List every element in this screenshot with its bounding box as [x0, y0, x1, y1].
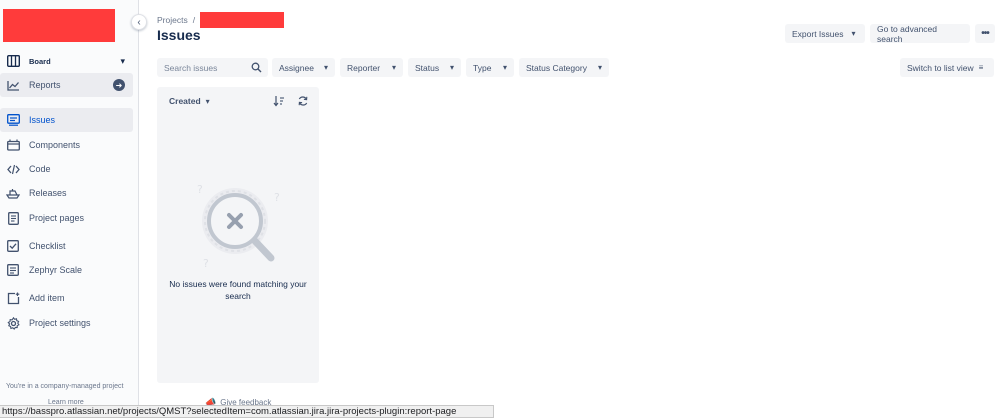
zephyr-icon — [6, 263, 20, 277]
refresh-icon[interactable] — [297, 95, 309, 107]
sidebar-item-label: Project settings — [29, 318, 91, 328]
assignee-filter[interactable]: Assignee ▾ — [272, 58, 335, 77]
svg-text:?: ? — [274, 191, 280, 204]
chevron-down-icon: ▾ — [391, 63, 396, 72]
sidebar-item-add-item[interactable]: Add item — [0, 286, 133, 310]
status-category-filter[interactable]: Status Category ▾ — [519, 58, 609, 77]
chevron-down-icon: ▾ — [323, 63, 328, 72]
gear-icon — [6, 316, 20, 330]
sidebar-item-zephyr-scale[interactable]: Zephyr Scale — [0, 258, 133, 282]
chevron-down-icon: ▾ — [449, 63, 454, 72]
switch-to-list-view-button[interactable]: Switch to list view ≡ — [900, 58, 994, 77]
chevron-down-icon: ▾ — [597, 63, 602, 72]
page-title: Issues — [157, 27, 201, 43]
sidebar-item-label: Components — [29, 140, 81, 150]
sidebar-item-label: Issues — [29, 115, 56, 125]
sidebar-item-components[interactable]: Components — [0, 133, 133, 157]
sidebar-item-label: Zephyr Scale — [29, 265, 83, 275]
sidebar: Board ▾ Reports ➜ Issues Components Code… — [0, 0, 139, 418]
project-logo-redacted — [3, 9, 115, 42]
breadcrumb-projects-link[interactable]: Projects — [157, 15, 188, 25]
chevron-left-icon: ‹ — [137, 16, 141, 28]
advanced-search-label: Go to advanced search — [877, 23, 938, 44]
company-managed-note: You're in a company-managed project — [6, 383, 124, 390]
list-icon: ≡ — [978, 63, 984, 72]
type-filter-label: Type — [473, 62, 492, 73]
sidebar-item-label: Releases — [29, 188, 67, 198]
export-issues-button[interactable]: Export Issues ▾ — [785, 24, 865, 43]
breadcrumb-separator: / — [192, 15, 196, 25]
empty-state-message: No issues were found matching your searc… — [169, 279, 307, 301]
sidebar-item-checklist[interactable]: Checklist — [0, 234, 133, 258]
sidebar-item-label: Board — [29, 56, 51, 66]
sidebar-item-label: Code — [29, 164, 51, 174]
board-icon — [6, 54, 20, 68]
sidebar-item-board[interactable]: Board ▾ — [0, 49, 133, 73]
sidebar-item-label: Add item — [29, 293, 65, 303]
sidebar-item-code[interactable]: Code — [0, 157, 133, 181]
breadcrumb-project-redacted[interactable] — [200, 12, 285, 28]
reporter-filter[interactable]: Reporter ▾ — [340, 58, 403, 77]
arrow-right-icon[interactable]: ➜ — [113, 79, 125, 91]
sidebar-item-project-pages[interactable]: Project pages — [0, 206, 133, 230]
sidebar-item-label: Project pages — [29, 213, 85, 223]
chevron-down-icon: ▾ — [205, 96, 210, 106]
no-results-illustration: ? ? ? — [197, 183, 280, 270]
status-filter-label: Status — [415, 62, 440, 73]
search-input[interactable]: Search issues — [157, 58, 268, 77]
add-item-icon — [6, 291, 20, 305]
issues-icon — [6, 113, 20, 127]
sidebar-item-issues[interactable]: Issues — [0, 108, 133, 132]
browser-status-url: https://basspro.atlassian.net/projects/Q… — [0, 405, 494, 418]
components-icon — [6, 138, 20, 152]
sort-label: Created — [169, 96, 201, 106]
chevron-down-icon[interactable]: ▾ — [120, 56, 125, 67]
switch-view-label: Switch to list view — [907, 62, 974, 73]
more-icon: ••• — [981, 28, 989, 39]
chevron-down-icon: ▾ — [851, 29, 856, 38]
sort-created-dropdown[interactable]: Created ▾ — [169, 96, 210, 106]
search-icon — [251, 62, 262, 73]
chart-line-icon — [6, 78, 20, 92]
checkbox-icon — [6, 239, 20, 253]
svg-text:?: ? — [197, 183, 203, 196]
sidebar-item-label: Checklist — [29, 241, 66, 251]
sidebar-item-reports[interactable]: Reports ➜ — [0, 73, 133, 97]
collapse-sidebar-button[interactable]: ‹ — [131, 14, 147, 30]
sidebar-item-releases[interactable]: Releases — [0, 181, 133, 205]
more-actions-button[interactable]: ••• — [975, 24, 995, 43]
page-icon — [6, 211, 20, 225]
svg-text:?: ? — [203, 257, 209, 270]
type-filter[interactable]: Type ▾ — [466, 58, 514, 77]
issues-list-panel: Created ▾ ? ? ? No issues were found mat… — [157, 87, 319, 383]
status-filter[interactable]: Status ▾ — [408, 58, 461, 77]
status-category-filter-label: Status Category — [526, 62, 587, 73]
chevron-down-icon: ▾ — [502, 63, 507, 72]
advanced-search-button[interactable]: Go to advanced search — [870, 23, 970, 44]
sidebar-item-project-settings[interactable]: Project settings — [0, 311, 133, 335]
assignee-filter-label: Assignee — [279, 62, 314, 73]
sidebar-item-label: Reports — [29, 80, 61, 90]
export-issues-label: Export Issues — [792, 28, 844, 39]
code-icon — [6, 162, 20, 176]
reporter-filter-label: Reporter — [347, 62, 381, 73]
breadcrumb: Projects / — [157, 12, 285, 28]
ship-icon — [6, 186, 20, 200]
sort-order-icon[interactable] — [273, 95, 285, 107]
search-placeholder: Search issues — [164, 62, 218, 73]
